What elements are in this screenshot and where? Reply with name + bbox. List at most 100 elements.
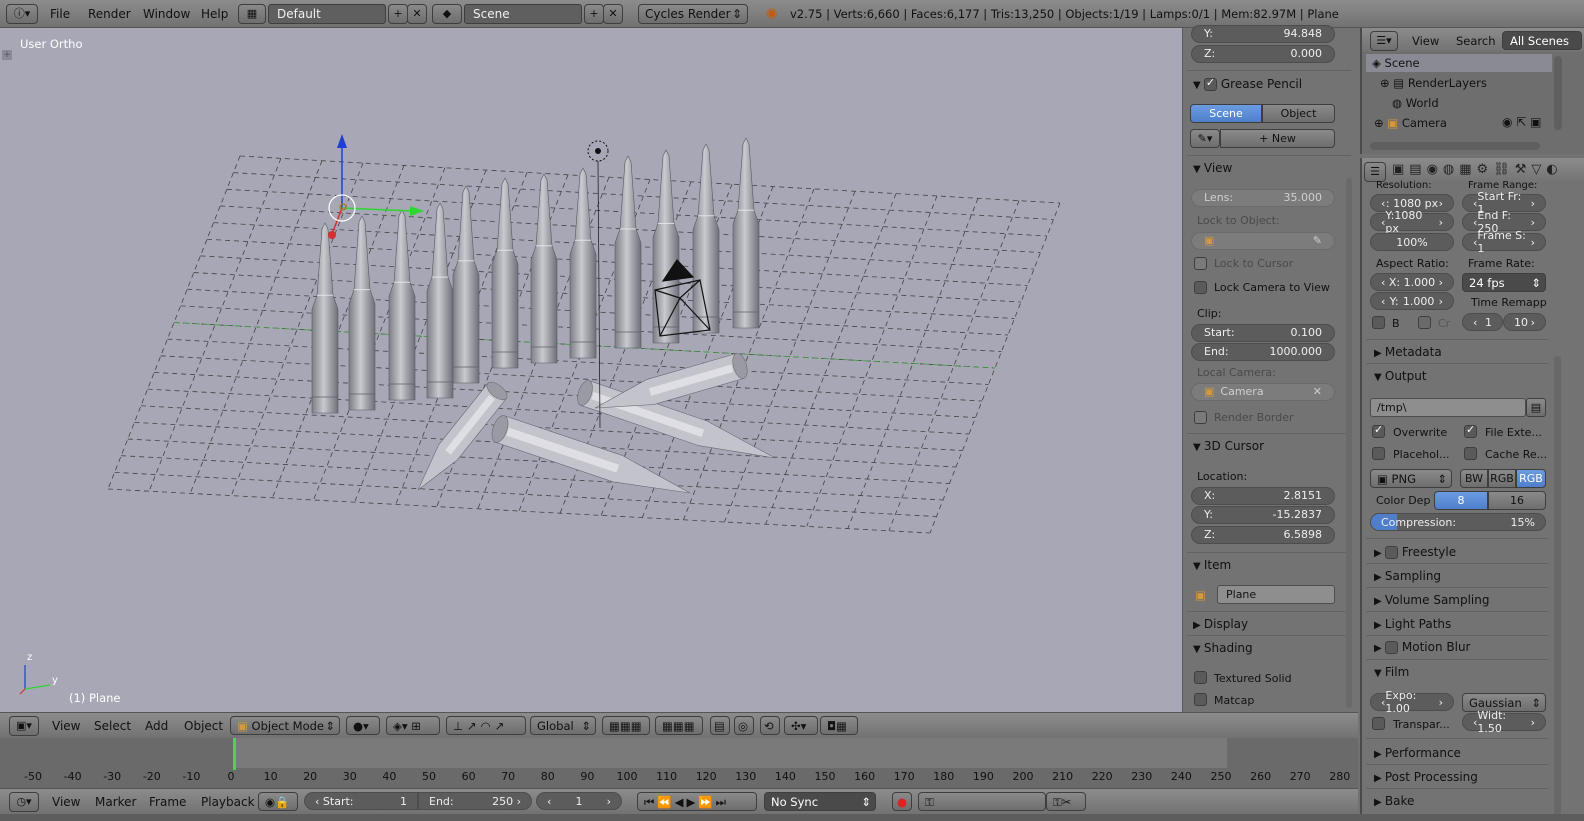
exposure-field[interactable]: ‹ Expo: 1.00 › (1370, 689, 1454, 715)
resolution-percent-field[interactable]: 100% (1370, 233, 1454, 251)
keyframe-insert-icons[interactable]: ⚿✂ (1046, 792, 1086, 811)
preview-range-icons[interactable]: ◉🔒 (258, 792, 298, 811)
frame-step-field[interactable]: ‹ Frame S: 1 › (1462, 229, 1546, 255)
add-layout-icon[interactable]: + (388, 4, 408, 24)
outliner-editor-icon[interactable]: ☰▾ (1370, 31, 1398, 51)
playback-menu[interactable]: Playback (201, 795, 255, 809)
crop-checkbox[interactable] (1418, 316, 1431, 329)
light-paths-panel-header[interactable]: Light Paths (1374, 617, 1451, 631)
display-panel-header[interactable]: Display (1193, 617, 1248, 631)
aspect-y-field[interactable]: ‹ Y: 1.000 › (1370, 292, 1454, 310)
frame-menu[interactable]: Frame (149, 795, 186, 809)
menu-render[interactable]: Render (88, 7, 131, 21)
render-camera-icons[interactable]: ◘▦ (820, 716, 858, 735)
lock-object-field[interactable]: ▣ ✎ (1191, 232, 1335, 250)
transform-orientation-dropdown[interactable]: Global ⇕ (530, 716, 596, 735)
outliner-h-scrollbar[interactable] (1370, 142, 1540, 150)
render-engine-dropdown[interactable]: Cycles Render ⇕ (638, 4, 748, 24)
view-panel-header[interactable]: View (1193, 161, 1232, 175)
bake-panel-header[interactable]: Bake (1374, 794, 1415, 808)
grease-pencil-scene-tab[interactable]: Scene (1190, 104, 1262, 123)
file-browser-icon[interactable]: ▤ (1526, 398, 1546, 417)
grease-pencil-checkbox[interactable] (1203, 76, 1217, 91)
frame-rate-dropdown[interactable]: 24 fps ⇕ (1462, 273, 1546, 292)
info-editor-icon[interactable]: ⓘ▾ (6, 4, 38, 24)
scene-icon[interactable]: ◆ (432, 4, 462, 24)
timeline-view-menu[interactable]: View (52, 795, 80, 809)
3d-viewport[interactable]: User Ortho + z y (1) Plane (0, 28, 1182, 712)
depth-8-button[interactable]: 8 (1434, 491, 1488, 510)
matcap-checkbox[interactable] (1194, 693, 1207, 706)
view-menu[interactable]: View (52, 719, 80, 733)
cache-result-checkbox[interactable] (1464, 447, 1477, 460)
color-rgb-button[interactable]: RGB (1488, 469, 1516, 488)
post-processing-panel-header[interactable]: Post Processing (1374, 770, 1478, 784)
layers-grid-2[interactable]: ▦▦▦ (655, 716, 703, 735)
menu-window[interactable]: Window (143, 7, 190, 21)
layers-grid-1[interactable]: ▦▦▦ (602, 716, 650, 735)
render-border-checkbox[interactable] (1194, 411, 1207, 424)
remap-old-field[interactable]: ‹ 1 (1462, 313, 1503, 331)
keying-set-field[interactable]: ⚿ (918, 792, 1046, 811)
motion-blur-panel-header[interactable]: Motion Blur (1374, 640, 1470, 654)
clip-end-field[interactable]: End: 1000.000 (1191, 343, 1335, 361)
shading-panel-header[interactable]: Shading (1193, 641, 1253, 655)
viewport-scene[interactable] (0, 28, 1182, 712)
volume-sampling-panel-header[interactable]: Volume Sampling (1374, 593, 1490, 607)
resolution-y-field[interactable]: ‹ Y:1080 px › (1370, 209, 1454, 235)
start-frame-field[interactable]: ‹ Start: 1 (304, 792, 418, 810)
sampling-panel-header[interactable]: Sampling (1374, 569, 1441, 583)
viewport-shading-dropdown[interactable]: ●▾ (346, 716, 380, 735)
visibility-eye-icon[interactable]: ◉ ⇱ ▣ (1502, 115, 1542, 129)
motion-blur-checkbox[interactable] (1384, 641, 1398, 654)
overwrite-checkbox[interactable] (1372, 423, 1385, 438)
scene-name-field[interactable]: Scene (464, 4, 582, 24)
current-frame-field[interactable]: ‹ 1 › (536, 792, 622, 810)
3d-cursor-panel-header[interactable]: 3D Cursor (1193, 439, 1264, 453)
playhead[interactable] (233, 738, 236, 770)
playback-controls[interactable]: ⏮⏪◀▶⏩⏭ (637, 792, 757, 811)
layout-name-field[interactable]: Default (268, 4, 386, 24)
file-format-dropdown[interactable]: ▣ PNG ⇕ (1370, 469, 1452, 488)
aspect-x-field[interactable]: ‹ X: 1.000 › (1370, 273, 1454, 291)
outliner-item-world[interactable]: ◍ World (1392, 96, 1439, 110)
properties-scrollbar[interactable] (1554, 356, 1561, 816)
add-scene-icon[interactable]: + (584, 4, 604, 24)
properties-context-tabs[interactable]: ▣▤◉◍▦⚙⛓⚒▽◐ (1392, 162, 1563, 177)
placeholders-checkbox[interactable] (1372, 447, 1385, 460)
file-extensions-checkbox[interactable] (1464, 423, 1477, 438)
remap-new-field[interactable]: 10 › (1503, 313, 1546, 331)
layout-grid-icon[interactable]: ▦ (238, 4, 266, 24)
editor-type-icon[interactable]: ▣▾ (9, 716, 39, 736)
lock-camera-checkbox[interactable] (1194, 281, 1207, 294)
border-checkbox[interactable] (1372, 316, 1385, 329)
cursor-z-field[interactable]: Z: 6.5898 (1191, 526, 1335, 544)
pivot-point-dropdown[interactable]: ◈▾ ⊞ (386, 716, 440, 735)
lock-to-cursor-checkbox[interactable] (1194, 257, 1207, 270)
record-icon[interactable]: ● (892, 792, 912, 811)
menu-file[interactable]: File (50, 7, 70, 21)
location-y-field[interactable]: Y: 94.848 (1191, 25, 1335, 43)
remove-layout-icon[interactable]: ✕ (407, 4, 427, 24)
object-name-field[interactable]: Plane (1217, 585, 1335, 604)
outliner-item-camera[interactable]: ⊕ ▣ Camera (1374, 116, 1447, 130)
snap-element-icon[interactable]: ⟲ (760, 716, 780, 735)
outliner-item-scene[interactable]: ◈ Scene (1372, 56, 1420, 70)
snap-icon[interactable]: ◎ (734, 716, 754, 735)
display-mode-dropdown[interactable]: All Scenes (1502, 31, 1582, 50)
outliner-scrollbar[interactable] (1554, 56, 1562, 130)
item-panel-header[interactable]: Item (1193, 558, 1231, 572)
grease-pencil-header[interactable]: Grease Pencil (1193, 76, 1302, 91)
compression-slider[interactable]: Compression: 15% (1370, 513, 1546, 531)
outliner-search-menu[interactable]: Search (1456, 34, 1496, 48)
interaction-mode-dropdown[interactable]: ▣ Object Mode ⇕ (230, 716, 340, 735)
shelf-scrollbar[interactable] (1346, 178, 1352, 708)
local-camera-field[interactable]: ▣ Camera ✕ (1191, 383, 1335, 401)
output-path-field[interactable]: /tmp\ (1370, 398, 1526, 417)
proportional-edit-icon[interactable]: ▤ (710, 716, 730, 735)
clip-start-field[interactable]: Start: 0.100 (1191, 324, 1335, 342)
freestyle-panel-header[interactable]: Freestyle (1374, 545, 1456, 559)
snap-target-icon[interactable]: ✣▾ (784, 716, 818, 735)
remove-scene-icon[interactable]: ✕ (603, 4, 623, 24)
color-bw-button[interactable]: BW (1460, 469, 1488, 488)
